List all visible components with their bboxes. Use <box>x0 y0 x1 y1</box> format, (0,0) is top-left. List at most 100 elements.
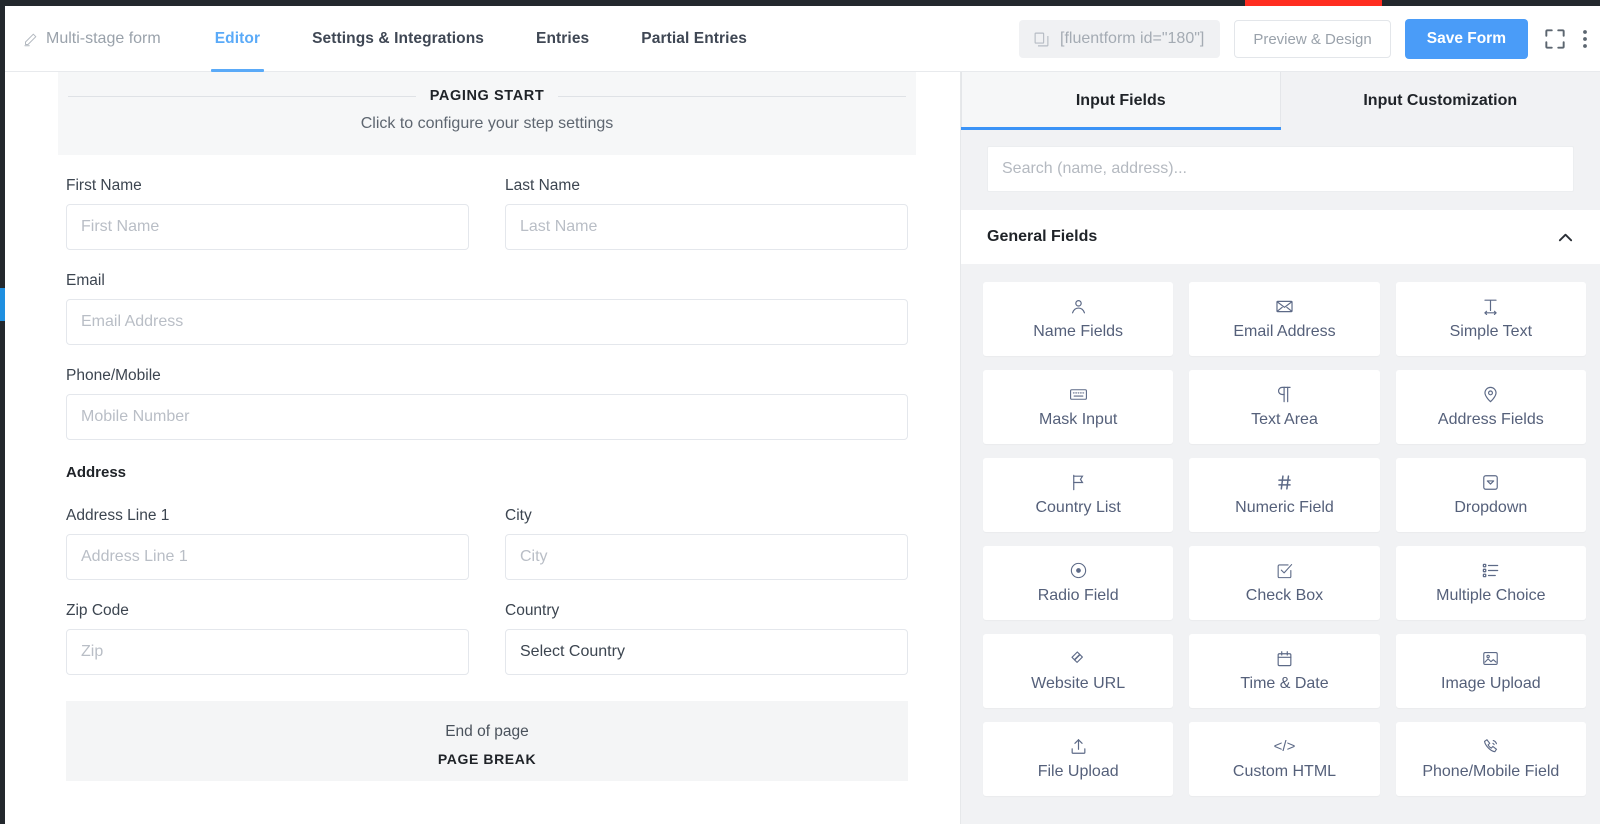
shortcode-copy-field[interactable]: [fluentform id="180"] <box>1019 20 1221 58</box>
page-end-block[interactable]: End of page PAGE BREAK <box>66 701 908 781</box>
field-cards-grid: Name Fields Email Address Simple Text Ma… <box>961 264 1600 796</box>
general-fields-section-header[interactable]: General Fields <box>961 210 1600 264</box>
page-start-subtitle: Click to configure your step settings <box>360 115 614 132</box>
vertical-dots-icon[interactable] <box>1582 26 1588 52</box>
address-row-1: Address Line 1 Address Line 1 City City <box>66 485 908 580</box>
flag-icon <box>1072 474 1084 491</box>
field-card-dropdown[interactable]: Dropdown <box>1395 458 1586 532</box>
field-card-custom-html[interactable]: </> Custom HTML <box>1189 722 1380 796</box>
field-card-simple-text[interactable]: Simple Text <box>1395 282 1586 356</box>
field-card-email-address[interactable]: Email Address <box>1189 282 1380 356</box>
phone-field[interactable]: Phone/Mobile Mobile Number <box>66 367 908 440</box>
field-card-radio-field[interactable]: Radio Field <box>983 546 1174 620</box>
field-card-website-url[interactable]: Website URL <box>983 634 1174 708</box>
app-header: Multi-stage form Editor Settings & Integ… <box>5 6 1600 72</box>
address-line1-field: Address Line 1 Address Line 1 <box>66 485 469 580</box>
panel-tab-input-customization-label: Input Customization <box>1363 92 1518 109</box>
save-form-button[interactable]: Save Form <box>1404 19 1528 59</box>
country-select[interactable]: Select Country <box>505 629 908 675</box>
field-card-label: Simple Text <box>1449 323 1533 340</box>
email-input[interactable]: Email Address <box>66 299 908 345</box>
tab-partial-entries[interactable]: Partial Entries <box>615 6 773 72</box>
first-name-field: First Name First Name <box>66 155 469 250</box>
map-pin-icon <box>1484 386 1497 403</box>
last-name-field: Last Name Last Name <box>505 155 908 250</box>
field-card-multiple-choice[interactable]: Multiple Choice <box>1395 546 1586 620</box>
calendar-icon <box>1277 651 1292 667</box>
address-fields-group[interactable]: Address Address Line 1 Address Line 1 Ci… <box>66 464 908 675</box>
email-field[interactable]: Email Email Address <box>66 272 908 345</box>
panel-tab-input-customization[interactable]: Input Customization <box>1280 72 1600 130</box>
tab-editor[interactable]: Editor <box>189 6 286 72</box>
name-fields-row[interactable]: First Name First Name Last Name Last Nam… <box>66 155 908 250</box>
phone-label: Phone/Mobile <box>66 367 161 384</box>
page-start-title-row: PAGING START <box>58 88 916 104</box>
page-start-block[interactable]: PAGING START Click to configure your ste… <box>58 72 916 155</box>
text-width-icon <box>1484 299 1498 316</box>
field-card-mask-input[interactable]: Mask Input <box>983 370 1174 444</box>
link-icon <box>1071 651 1083 663</box>
field-card-label: Website URL <box>1031 675 1126 692</box>
form-title-editable[interactable]: Multi-stage form <box>19 30 175 48</box>
field-card-label: Text Area <box>1251 411 1318 428</box>
phone-icon <box>1484 739 1498 753</box>
field-card-label: Check Box <box>1245 587 1324 604</box>
chevron-up-icon[interactable] <box>1557 229 1574 246</box>
address-line1-label: Address Line 1 <box>66 507 170 524</box>
field-card-label: Dropdown <box>1454 499 1528 516</box>
search-placeholder: Search (name, address)... <box>1002 160 1187 177</box>
keyboard-icon <box>1069 389 1087 400</box>
first-name-input[interactable]: First Name <box>66 204 469 250</box>
search-input[interactable]: Search (name, address)... <box>987 146 1574 192</box>
field-card-label: Custom HTML <box>1232 763 1337 780</box>
panel-tab-input-fields-label: Input Fields <box>1075 92 1166 109</box>
field-card-time-date[interactable]: Time & Date <box>1189 634 1380 708</box>
tab-entries[interactable]: Entries <box>510 6 615 72</box>
zip-input[interactable]: Zip <box>66 629 469 675</box>
field-card-image-upload[interactable]: Image Upload <box>1395 634 1586 708</box>
field-card-label: Time & Date <box>1240 675 1329 692</box>
field-card-file-upload[interactable]: File Upload <box>983 722 1174 796</box>
field-card-check-box[interactable]: Check Box <box>1189 546 1380 620</box>
page-end-title: End of page <box>445 723 529 740</box>
field-card-label: Address Fields <box>1437 411 1544 428</box>
envelope-icon <box>1276 300 1293 313</box>
country-field: Country Select Country <box>505 580 908 675</box>
code-icon: </> <box>1273 738 1296 755</box>
field-card-address-fields[interactable]: Address Fields <box>1395 370 1586 444</box>
search-area: Search (name, address)... <box>961 130 1600 210</box>
field-card-label: Phone/Mobile Field <box>1422 763 1560 780</box>
fullscreen-icon[interactable] <box>1542 26 1568 52</box>
paragraph-icon <box>1277 386 1291 403</box>
field-card-phone-mobile[interactable]: Phone/Mobile Field <box>1395 722 1586 796</box>
upload-icon <box>1071 739 1086 754</box>
copy-icon <box>1034 32 1049 46</box>
field-card-numeric-field[interactable]: Numeric Field <box>1189 458 1380 532</box>
last-name-label: Last Name <box>505 177 580 194</box>
form-builder-screen: Multi-stage form Editor Settings & Integ… <box>0 0 1600 824</box>
zip-label: Zip Code <box>66 602 129 619</box>
tab-settings-integrations[interactable]: Settings & Integrations <box>286 6 510 72</box>
list-icon <box>1483 563 1499 578</box>
city-input[interactable]: City <box>505 534 908 580</box>
address-line1-input[interactable]: Address Line 1 <box>66 534 469 580</box>
field-card-label: Name Fields <box>1033 323 1124 340</box>
image-icon <box>1483 652 1499 665</box>
email-label: Email <box>66 272 105 289</box>
preview-design-button[interactable]: Preview & Design <box>1234 20 1391 58</box>
field-card-text-area[interactable]: Text Area <box>1189 370 1380 444</box>
panel-tab-input-fields[interactable]: Input Fields <box>961 72 1281 130</box>
panel-tabs: Input Fields Input Customization <box>961 72 1600 130</box>
page-start-title: PAGING START <box>415 88 559 104</box>
tab-settings-integrations-label: Settings & Integrations <box>312 30 485 47</box>
tab-partial-entries-label: Partial Entries <box>641 30 748 47</box>
field-card-country-list[interactable]: Country List <box>983 458 1174 532</box>
form-preview: PAGING START Click to configure your ste… <box>58 72 916 781</box>
field-card-label: Email Address <box>1233 323 1336 340</box>
field-card-label: Image Upload <box>1441 675 1541 692</box>
phone-input[interactable]: Mobile Number <box>66 394 908 440</box>
pencil-icon <box>24 33 37 46</box>
field-card-name-fields[interactable]: Name Fields <box>983 282 1174 356</box>
last-name-input[interactable]: Last Name <box>505 204 908 250</box>
field-card-label: Mask Input <box>1039 411 1118 428</box>
